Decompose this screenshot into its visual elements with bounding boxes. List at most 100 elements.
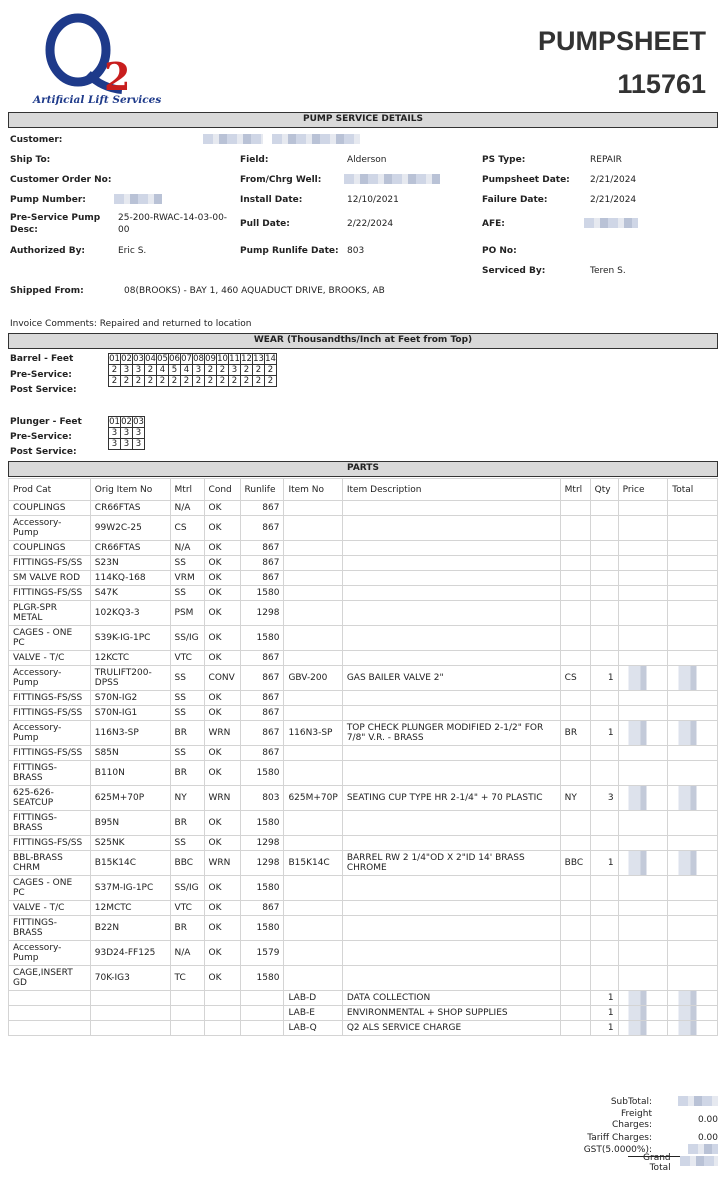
barrel-feet-cell: 12 (240, 353, 253, 365)
table-cell (589, 940, 619, 966)
table-cell: BBL-BRASS CHRM (8, 850, 91, 876)
table-cell: 102KQ3-3 (89, 600, 171, 626)
table-cell: Q2 ALS SERVICE CHARGE (341, 1020, 561, 1036)
table-cell: CS (169, 515, 205, 541)
subtotal-row: SubTotal: (518, 1095, 718, 1108)
table-cell (617, 745, 669, 761)
table-cell (89, 1020, 171, 1036)
table-cell (89, 990, 171, 1006)
table-cell (559, 900, 591, 916)
table-cell (283, 650, 343, 666)
table-cell (559, 690, 591, 706)
parts-column-header: Cond (203, 478, 241, 501)
table-cell (283, 915, 343, 941)
table-cell (617, 940, 669, 966)
table-cell: OK (203, 570, 241, 586)
table-cell: FITTINGS-FS/SS (8, 690, 91, 706)
table-cell: 1579 (239, 940, 285, 966)
barrel-feet-cell: 13 (252, 353, 265, 365)
table-cell: SS (169, 690, 205, 706)
table-row: LAB-E ENVIRONMENTAL + SHOP SUPPLIES 1 (8, 1005, 718, 1021)
table-cell (559, 760, 591, 786)
authorized-value: Eric S. (118, 246, 147, 256)
barrel-post-cell: 2 (108, 375, 121, 387)
grand-total-row: Grand Total (628, 1153, 718, 1173)
table-cell: BR (169, 760, 205, 786)
table-cell: 1580 (239, 810, 285, 836)
table-cell (667, 555, 718, 571)
table-cell (559, 915, 591, 941)
table-cell (239, 1005, 285, 1021)
table-cell: OK (203, 745, 241, 761)
freight-row: Freight Charges: 0.00 (518, 1108, 718, 1132)
table-row: FITTINGS-FS/SS S23N SS OK 867 (8, 555, 718, 571)
table-cell: OK (203, 600, 241, 626)
table-cell (589, 835, 619, 851)
service-details-header: PUMP SERVICE DETAILS (8, 112, 718, 128)
table-cell: TRULIFT200-DPSS (89, 665, 171, 691)
table-cell (283, 965, 343, 991)
table-cell (341, 900, 561, 916)
table-row: Accessory-Pump TRULIFT200-DPSS SS CONV 867 GB… (8, 665, 718, 691)
table-cell: 1 (589, 1020, 619, 1036)
table-cell (559, 650, 591, 666)
table-cell (617, 810, 669, 836)
table-cell (617, 1020, 669, 1036)
table-cell (617, 760, 669, 786)
table-cell (667, 515, 718, 541)
barrel-post-cell: 2 (204, 375, 217, 387)
wear-header: WEAR (Thousandths/Inch at Feet from Top) (8, 333, 718, 349)
runlife-label: Pump Runlife Date: (240, 246, 339, 256)
table-cell (617, 540, 669, 556)
table-cell: B15K14C (89, 850, 171, 876)
table-cell (341, 625, 561, 651)
table-cell (559, 835, 591, 851)
barrel-pre-cell: 4 (156, 364, 169, 376)
table-cell: FITTINGS-BRASS (8, 810, 91, 836)
table-cell (341, 915, 561, 941)
table-cell (341, 705, 561, 721)
table-cell: 1298 (239, 835, 285, 851)
table-cell: SS (169, 555, 205, 571)
table-row: CAGE,INSERT GD 70K-IG3 TC OK 1580 (8, 965, 718, 991)
table-cell (283, 690, 343, 706)
table-cell: B95N (89, 810, 171, 836)
table-cell (667, 900, 718, 916)
table-cell: OK (203, 915, 241, 941)
table-cell: 867 (239, 555, 285, 571)
table-cell (203, 990, 241, 1006)
barrel-post-cell: 2 (252, 375, 265, 387)
table-cell (667, 915, 718, 941)
table-cell (667, 785, 718, 811)
table-cell (283, 585, 343, 601)
table-cell: FITTINGS-FS/SS (8, 745, 91, 761)
customer-order-label: Customer Order No: (10, 175, 112, 185)
table-cell: VTC (169, 650, 205, 666)
table-cell (667, 940, 718, 966)
table-cell: Accessory-Pump (8, 940, 91, 966)
table-cell: VRM (169, 570, 205, 586)
table-cell (617, 990, 669, 1006)
table-cell (667, 585, 718, 601)
table-cell (283, 835, 343, 851)
table-cell (341, 585, 561, 601)
table-cell: FITTINGS-BRASS (8, 915, 91, 941)
table-cell: 867 (239, 705, 285, 721)
table-cell (283, 555, 343, 571)
plunger-post-cell: 3 (132, 438, 145, 450)
table-cell (667, 835, 718, 851)
table-cell: FITTINGS-BRASS (8, 760, 91, 786)
table-cell: S70N-IG1 (89, 705, 171, 721)
table-cell: FITTINGS-FS/SS (8, 705, 91, 721)
table-cell (589, 570, 619, 586)
table-cell (617, 1005, 669, 1021)
pumpsheet-date-label: Pumpsheet Date: (482, 175, 570, 185)
barrel-feet-cell: 02 (120, 353, 133, 365)
table-cell: 625-626-SEATCUP (8, 785, 91, 811)
table-cell: LAB-Q (283, 1020, 343, 1036)
table-cell (617, 600, 669, 626)
parts-table: Prod Cat Orig Item No Mtrl Cond Runlife Item … (8, 478, 718, 1036)
table-cell (589, 515, 619, 541)
table-cell: OK (203, 625, 241, 651)
table-cell (667, 990, 718, 1006)
